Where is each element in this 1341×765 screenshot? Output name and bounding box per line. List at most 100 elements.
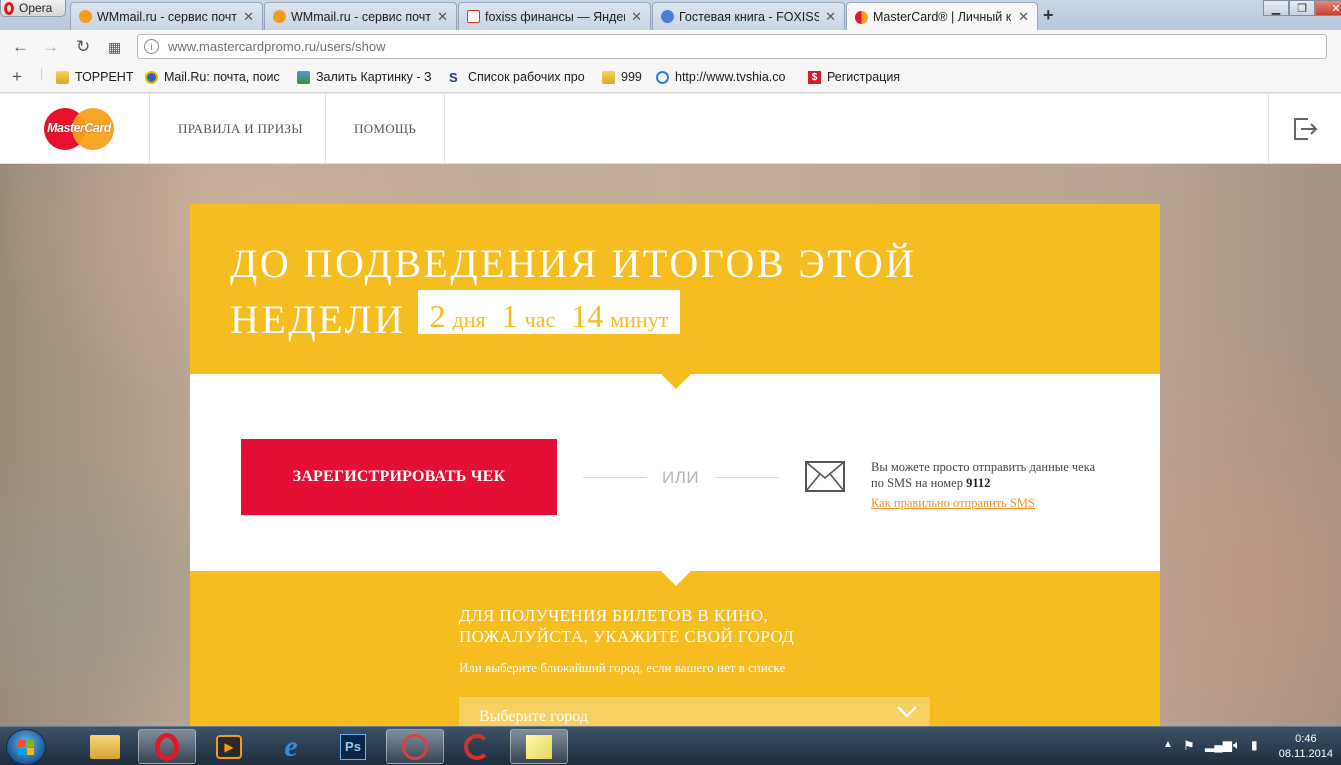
show-hidden-icons-icon[interactable]: ▲ [1163, 739, 1173, 750]
bookmark-item[interactable]: Mail.Ru: почта, поис [145, 70, 280, 84]
bookmark-label: http://www.tvshia.co [675, 70, 786, 84]
browser-tab-bar: Opera WMmail.ru - сервис почтового ✕ WMm… [0, 0, 1341, 31]
url-path: /users/show [316, 39, 386, 54]
city-select-placeholder: Выберите город [479, 708, 588, 725]
bookmark-label: Регистрация [827, 70, 901, 84]
browser-tab[interactable]: foxiss финансы — Яндекс ✕ [458, 2, 651, 30]
nav-label: ПОМОЩЬ [354, 121, 417, 136]
city-select[interactable]: Выберите город [459, 697, 930, 726]
taskbar-opera[interactable] [138, 729, 196, 764]
register-receipt-button[interactable]: ЗАРЕГИСТРИРОВАТЬ ЧЕК [241, 439, 557, 515]
url-field[interactable]: i www.mastercardpromo.ru/users/show [137, 34, 1327, 59]
action-center-icon[interactable]: ⚑ [1183, 738, 1195, 754]
site-info-icon[interactable]: i [144, 39, 159, 54]
sms-number: 9112 [966, 476, 991, 490]
bookmark-item[interactable]: 999 [602, 70, 642, 84]
city-heading-line2: ПОЖАЛУЙСТА, УКАЖИТЕ СВОЙ ГОРОД [459, 627, 795, 646]
foxiss-favicon-icon [661, 10, 674, 23]
browser-tab[interactable]: WMmail.ru - сервис почтового ✕ [70, 2, 263, 30]
timer-hours: 1 [501, 298, 518, 334]
tab-close-icon[interactable]: ✕ [437, 9, 448, 25]
taskbar-ccleaner[interactable] [448, 729, 506, 764]
pointer-arrow [660, 570, 692, 586]
tab-close-icon[interactable]: ✕ [1018, 9, 1029, 25]
countdown-line1: ДО ПОДВЕДЕНИЯ ИТОГОВ ЭТОЙ [230, 241, 917, 286]
bookmark-separator: | [40, 67, 44, 81]
star-s-icon: S [449, 69, 458, 85]
bookmarks-bar: + | ТОРРЕНТ Mail.Ru: почта, поис Залить … [0, 63, 1341, 93]
window-close-icon[interactable]: ✕ [1315, 0, 1341, 16]
internet-explorer-icon: e [284, 729, 298, 763]
bookmark-item[interactable]: http://www.tvshia.co [656, 70, 785, 84]
speed-dial-grid-icon[interactable]: ▦ [108, 39, 121, 56]
taskbar-sticky-notes[interactable] [510, 729, 568, 764]
folder-icon [90, 734, 120, 759]
sms-help-link[interactable]: Как правильно отправить SMS [871, 496, 1035, 511]
bookmark-label: Залить Картинку - З [316, 70, 432, 84]
start-button[interactable] [6, 729, 46, 765]
reload-icon[interactable]: ↻ [76, 37, 90, 57]
ccleaner-icon [464, 733, 490, 760]
bookmark-label: 999 [621, 70, 642, 84]
taskbar-snipping-tool[interactable] [386, 729, 444, 764]
countdown-heading: ДО ПОДВЕДЕНИЯ ИТОГОВ ЭТОЙ НЕДЕЛИ 2 дня 1ч… [230, 238, 916, 346]
city-heading-line1: ДЛЯ ПОЛУЧЕНИЯ БИЛЕТОВ В КИНО, [459, 606, 769, 625]
bookmark-item[interactable]: ТОРРЕНТ [56, 70, 133, 84]
clock-time: 0:46 [1295, 733, 1317, 745]
chevron-down-icon [897, 706, 917, 718]
system-tray: ▲ ⚑ ▂▄▆ 🔈︎ ▮ 0:46 08.11.2014 [1151, 727, 1341, 765]
city-heading: ДЛЯ ПОЛУЧЕНИЯ БИЛЕТОВ В КИНО, ПОЖАЛУЙСТА… [459, 605, 794, 647]
bookmark-label: ТОРРЕНТ [75, 70, 134, 84]
browser-tab[interactable]: Гостевая книга - FOXISS ✕ [652, 2, 845, 30]
wmmail-favicon-icon [79, 10, 92, 23]
tab-close-icon[interactable]: ✕ [243, 9, 254, 25]
clock-date: 08.11.2014 [1278, 748, 1333, 760]
mailru-icon [145, 70, 158, 84]
volume-icon[interactable]: 🔈︎ [1233, 737, 1241, 753]
countdown-timer: 2 дня 1 час 14 минут [417, 290, 681, 334]
browser-tab-active[interactable]: MasterCard® | Личный кабинет ✕ [846, 2, 1038, 31]
opera-menu-button[interactable]: Opera [0, 0, 66, 17]
tab-title: Гостевая книга - FOXISS [679, 9, 820, 24]
windows-taskbar: ▶ e Ps ▲ ⚑ ▂▄▆ 🔈︎ ▮ 0:46 08.11.2014 [0, 726, 1341, 765]
clock[interactable]: 0:46 08.11.2014 [1279, 732, 1333, 762]
network-icon[interactable]: ▂▄▆ [1205, 738, 1232, 752]
envelope-icon [805, 461, 845, 492]
bookmark-item[interactable]: Залить Картинку - З [297, 70, 432, 84]
tab-close-icon[interactable]: ✕ [825, 9, 836, 25]
add-bookmark-button[interactable]: + [12, 67, 22, 87]
timer-minutes-unit: минут [610, 307, 669, 332]
minimize-icon[interactable]: ▁ [1263, 0, 1289, 16]
nav-rules-prizes[interactable]: ПРАВИЛА И ПРИЗЫ [149, 94, 331, 164]
logout-button[interactable] [1268, 94, 1341, 164]
back-arrow-icon[interactable]: ← [12, 37, 29, 57]
or-text: ИЛИ [662, 468, 700, 487]
tab-close-icon[interactable]: ✕ [631, 9, 642, 25]
taskbar-internet-explorer[interactable]: e [262, 729, 320, 764]
nav-label: ПРАВИЛА И ПРИЗЫ [178, 121, 303, 136]
browser-tab[interactable]: WMmail.ru - сервис почтового ✕ [264, 2, 457, 30]
forward-arrow-icon[interactable]: → [42, 37, 59, 57]
dollar-icon: $ [808, 70, 821, 84]
sticky-notes-icon [526, 734, 552, 759]
bookmark-item[interactable]: $ Регистрация [808, 70, 900, 84]
tab-title: MasterCard® | Личный кабинет [873, 10, 1012, 24]
city-subtext: Или выберите ближайший город, если вашег… [459, 660, 786, 675]
folder-icon [602, 70, 615, 84]
countdown-line2: НЕДЕЛИ [230, 297, 406, 342]
timer-days-unit: дня [452, 307, 486, 332]
taskbar-explorer[interactable] [76, 729, 134, 764]
bookmark-label: Список рабочих про [468, 70, 585, 84]
opera-logo-icon [4, 1, 14, 15]
maximize-icon[interactable]: ❐ [1289, 0, 1315, 16]
timer-minutes: 14 [571, 298, 604, 334]
taskbar-media-player[interactable]: ▶ [200, 729, 258, 764]
taskbar-photoshop[interactable]: Ps [324, 729, 382, 764]
mastercard-logo[interactable]: MasterCard [44, 108, 114, 150]
or-divider-right [715, 477, 779, 478]
bookmark-item[interactable]: S Список рабочих про [449, 70, 585, 84]
power-icon[interactable]: ▮ [1251, 738, 1258, 752]
new-tab-button[interactable]: + [1043, 5, 1054, 26]
timer-days: 2 [429, 298, 446, 334]
nav-help[interactable]: ПОМОЩЬ [325, 94, 446, 164]
